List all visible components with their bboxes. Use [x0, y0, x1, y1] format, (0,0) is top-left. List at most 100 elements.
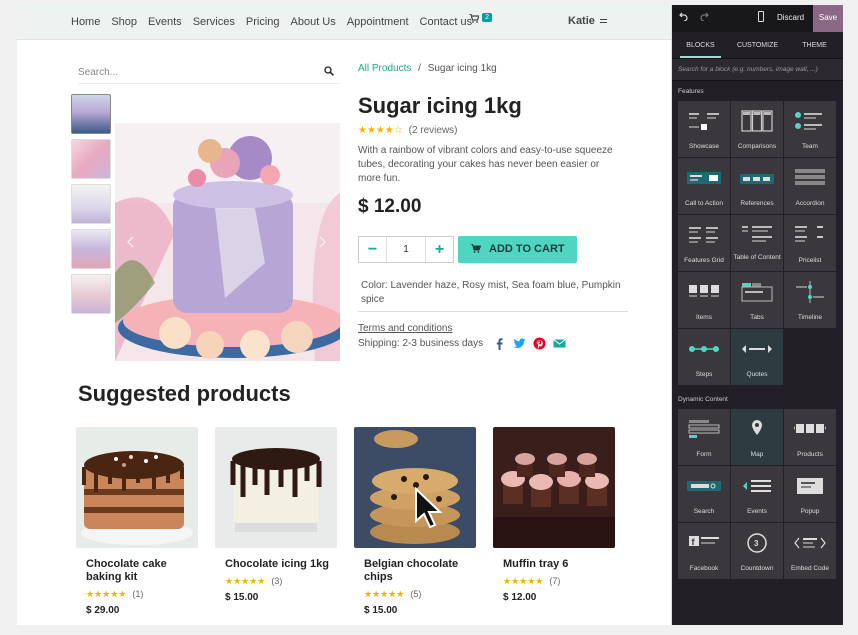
- product-card[interactable]: Chocolate cake baking kit ★★★★★ (1) $ 29.…: [76, 427, 198, 616]
- block-label: Facebook: [689, 565, 719, 572]
- thumbnail-2[interactable]: [71, 139, 111, 179]
- product-card-name[interactable]: Chocolate cake baking kit: [86, 558, 198, 584]
- block-label: Pricelist: [798, 257, 822, 264]
- quantity-increase-button[interactable]: +: [426, 237, 453, 262]
- block-label: Form: [696, 451, 712, 458]
- redo-icon[interactable]: [700, 12, 709, 24]
- cart-icon: [470, 243, 489, 255]
- block-label: Popup: [800, 508, 820, 515]
- thumbnail-3[interactable]: [71, 184, 111, 224]
- next-image-arrow[interactable]: [318, 235, 327, 251]
- block-quotes[interactable]: Quotes: [731, 329, 783, 385]
- mobile-preview-icon[interactable]: [758, 11, 764, 22]
- product-title: Sugar icing 1kg: [358, 93, 522, 118]
- save-button[interactable]: Save: [813, 5, 843, 32]
- terms-link[interactable]: Terms and conditions: [358, 323, 453, 334]
- block-search[interactable]: Search: [678, 466, 730, 522]
- block-popup[interactable]: Popup: [784, 466, 836, 522]
- product-card-image[interactable]: [76, 427, 198, 548]
- nav-home[interactable]: Home: [71, 16, 100, 28]
- nav-services[interactable]: Services: [193, 16, 235, 28]
- thumbnail-1[interactable]: [71, 94, 111, 134]
- block-steps[interactable]: Steps: [678, 329, 730, 385]
- discard-button[interactable]: Discard: [777, 13, 804, 22]
- block-search-input[interactable]: Search for a block (e.g. numbers, image …: [672, 59, 843, 81]
- nav-shop[interactable]: Shop: [111, 16, 137, 28]
- block-pricelist[interactable]: Pricelist: [784, 215, 836, 271]
- table-of-content-icon: [742, 226, 772, 242]
- block-showcase[interactable]: Showcase: [678, 101, 730, 157]
- prev-image-arrow[interactable]: [126, 235, 135, 251]
- quantity-input[interactable]: 1: [386, 237, 426, 262]
- tab-blocks[interactable]: BLOCKS: [672, 32, 729, 58]
- products-icon: [794, 424, 826, 433]
- search-input[interactable]: Search...: [78, 62, 340, 84]
- thumbnail-5[interactable]: [71, 274, 111, 314]
- add-to-cart-label: ADD TO CART: [489, 243, 565, 255]
- nav-pricing[interactable]: Pricing: [246, 16, 280, 28]
- block-timeline[interactable]: Timeline: [784, 272, 836, 328]
- facebook-icon[interactable]: [493, 337, 506, 350]
- product-card-image[interactable]: [215, 427, 337, 548]
- breadcrumb-all-products[interactable]: All Products: [358, 63, 411, 74]
- events-icon: [743, 480, 771, 492]
- block-label: Call to Action: [685, 200, 723, 207]
- undo-icon[interactable]: [679, 12, 688, 24]
- block-tabs[interactable]: Tabs: [731, 272, 783, 328]
- form-icon: [688, 420, 720, 438]
- product-card-price: $ 29.00: [86, 605, 120, 616]
- add-to-cart-button[interactable]: ADD TO CART: [458, 236, 577, 263]
- rating-stars: ★★★★★: [86, 589, 127, 599]
- block-features-grid[interactable]: Features Grid: [678, 215, 730, 271]
- block-references[interactable]: References: [731, 158, 783, 214]
- block-map[interactable]: Map: [731, 409, 783, 465]
- thumbnail-4[interactable]: [71, 229, 111, 269]
- rating-stars: ★★★★☆: [358, 125, 403, 136]
- features-block-grid: Showcase Comparisons Team Call to Action…: [678, 101, 843, 385]
- block-team[interactable]: Team: [784, 101, 836, 157]
- block-form[interactable]: Form: [678, 409, 730, 465]
- search-block-icon: [687, 481, 721, 491]
- block-call-to-action[interactable]: Call to Action: [678, 158, 730, 214]
- user-menu[interactable]: Katie: [568, 15, 607, 27]
- product-card-name[interactable]: Belgian chocolate chips: [364, 558, 476, 584]
- cart-button[interactable]: 2: [469, 13, 492, 26]
- breadcrumb-separator: /: [418, 63, 421, 74]
- review-count[interactable]: (2 reviews): [409, 125, 458, 136]
- product-card[interactable]: Chocolate icing 1kg ★★★★★ (3) $ 15.00: [215, 427, 337, 603]
- block-comparisons[interactable]: Comparisons: [731, 101, 783, 157]
- breadcrumb-current: Sugar icing 1kg: [427, 63, 497, 74]
- nav-contact-us[interactable]: Contact us: [420, 16, 473, 28]
- tab-theme[interactable]: THEME: [786, 32, 843, 58]
- block-items[interactable]: Items: [678, 272, 730, 328]
- search-icon[interactable]: [324, 66, 334, 79]
- tab-customize[interactable]: CUSTOMIZE: [729, 32, 786, 58]
- product-card-rating: ★★★★★ (7): [503, 576, 615, 587]
- product-card-price: $ 12.00: [503, 592, 537, 603]
- quantity-decrease-button[interactable]: −: [359, 237, 386, 262]
- block-accordion[interactable]: Accordion: [784, 158, 836, 214]
- product-card-image[interactable]: [493, 427, 615, 548]
- quantity-stepper: − 1 +: [358, 236, 454, 263]
- product-card[interactable]: Muffin tray 6 ★★★★★ (7) $ 12.00: [493, 427, 615, 603]
- nav-appointment[interactable]: Appointment: [347, 16, 409, 28]
- block-table-of-content[interactable]: Table of Content: [731, 215, 783, 271]
- product-card-name[interactable]: Muffin tray 6: [503, 558, 615, 571]
- twitter-icon[interactable]: [513, 337, 526, 350]
- nav-about-us[interactable]: About Us: [291, 16, 336, 28]
- block-label: Showcase: [689, 143, 719, 150]
- block-label: Comparisons: [737, 143, 777, 150]
- block-embed-code[interactable]: Embed Code: [784, 523, 836, 579]
- block-countdown[interactable]: 3 Countdown: [731, 523, 783, 579]
- rating-count: (3): [271, 576, 283, 586]
- product-card-name[interactable]: Chocolate icing 1kg: [225, 558, 337, 571]
- block-events[interactable]: Events: [731, 466, 783, 522]
- pinterest-icon[interactable]: [533, 337, 546, 350]
- block-label: Features Grid: [684, 257, 724, 264]
- block-products[interactable]: Products: [784, 409, 836, 465]
- email-icon[interactable]: [553, 337, 566, 350]
- block-facebook[interactable]: f Facebook: [678, 523, 730, 579]
- items-icon: [689, 285, 719, 297]
- block-label: Table of Content: [733, 254, 781, 261]
- nav-events[interactable]: Events: [148, 16, 182, 28]
